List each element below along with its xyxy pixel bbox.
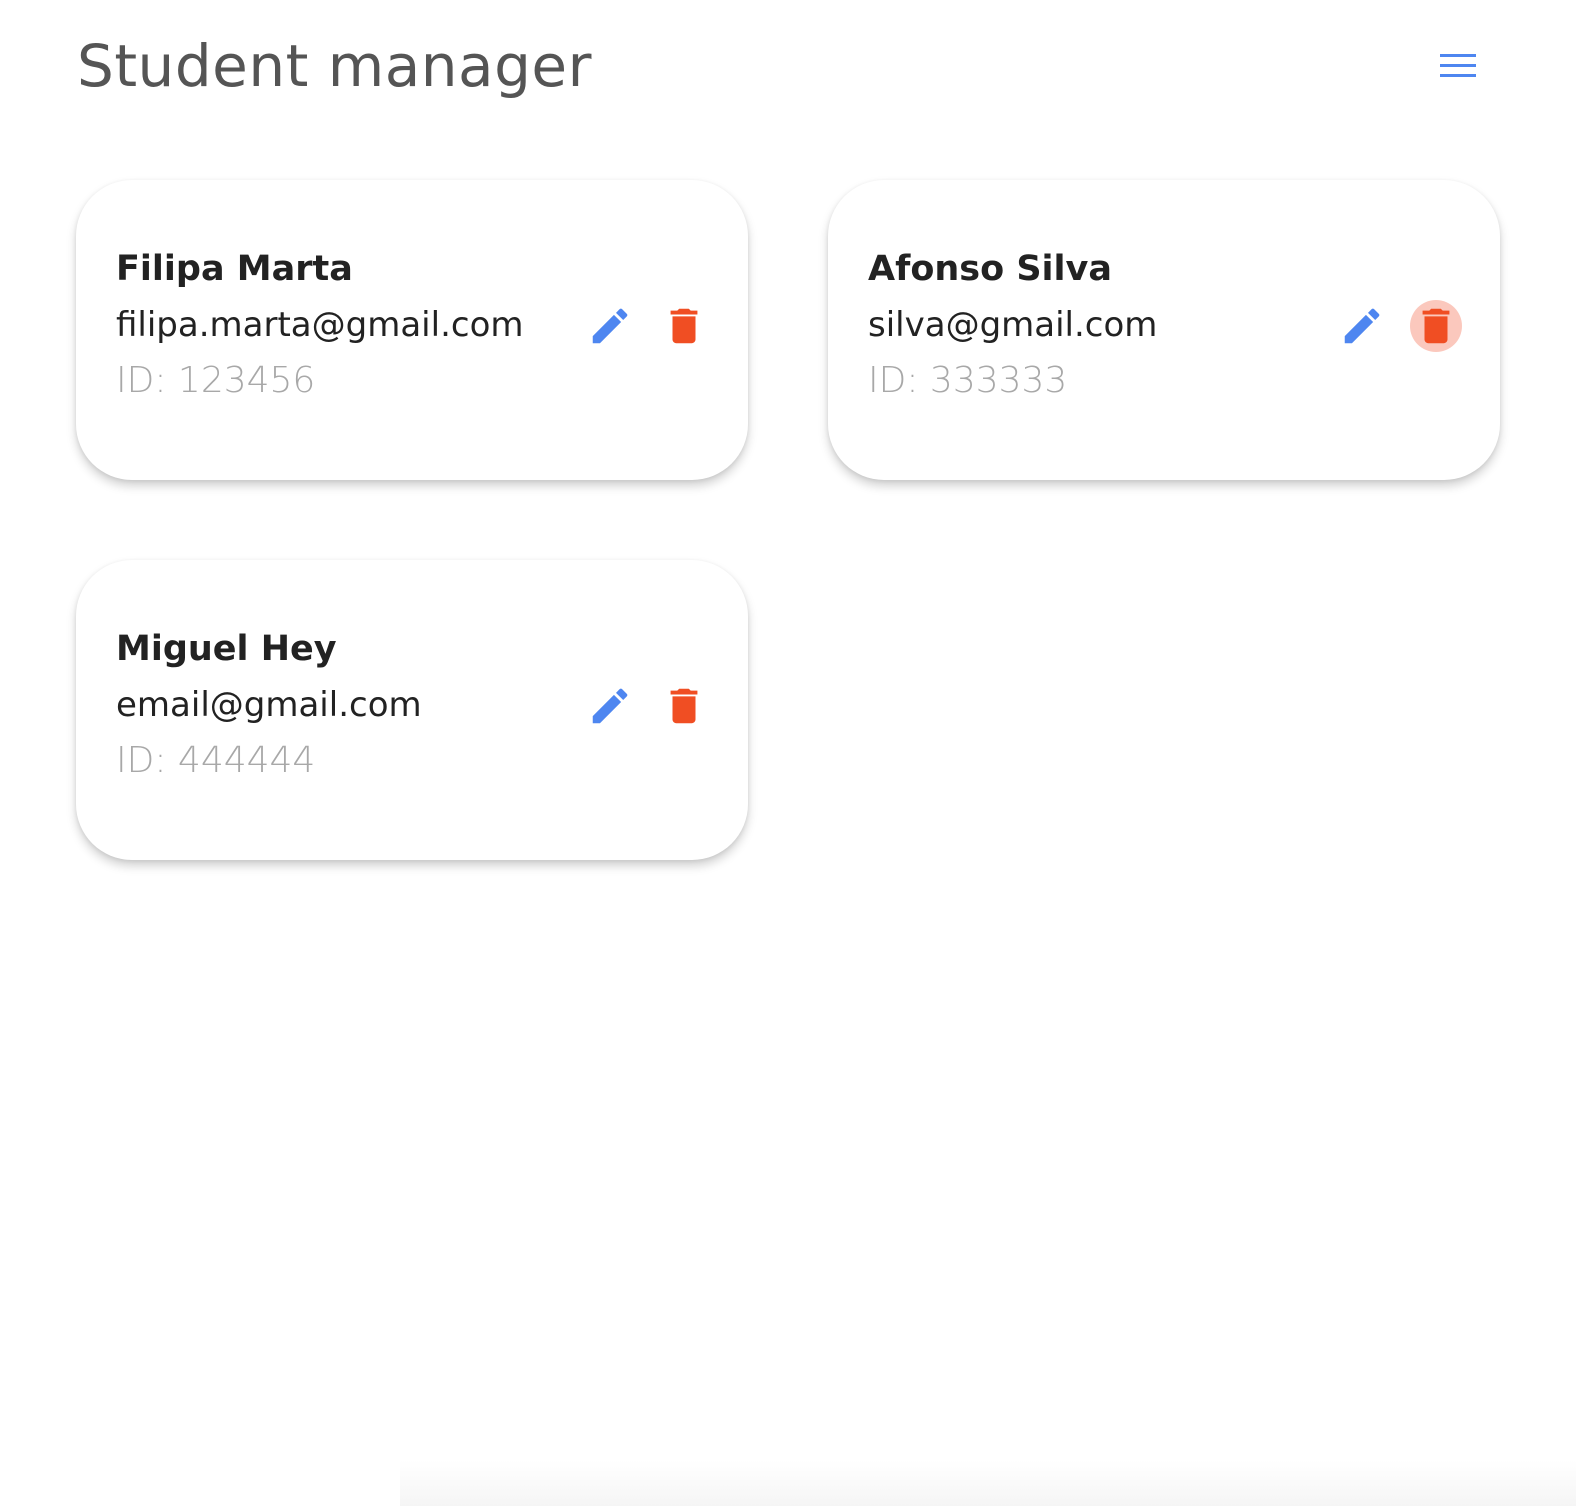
card-actions [584,680,710,732]
delete-button[interactable] [658,680,710,732]
card-actions [584,300,710,352]
trash-icon [670,308,698,344]
pencil-icon [1344,308,1380,344]
trash-icon [1422,308,1450,344]
student-info: Filipa Marta filipa.marta@gmail.com ID: … [116,244,524,404]
delete-button[interactable] [1410,300,1462,352]
student-email: silva@gmail.com [868,305,1158,345]
student-info: Afonso Silva silva@gmail.com ID: 333333 [868,244,1157,404]
student-card: Filipa Marta filipa.marta@gmail.com ID: … [76,180,748,480]
student-email: filipa.marta@gmail.com [116,305,524,345]
student-list: Filipa Marta filipa.marta@gmail.com ID: … [76,180,1500,860]
pencil-icon [592,688,628,724]
student-name: Filipa Marta [116,249,353,289]
student-info: Miguel Hey email@gmail.com ID: 444444 [116,624,422,784]
edit-button[interactable] [584,300,636,352]
student-name: Miguel Hey [116,629,337,669]
student-card: Miguel Hey email@gmail.com ID: 444444 [76,560,748,860]
edit-button[interactable] [1336,300,1388,352]
student-id: ID: 333333 [868,360,1068,401]
menu-button[interactable] [1428,40,1488,92]
student-email: email@gmail.com [116,685,422,725]
card-actions [1336,300,1462,352]
edit-button[interactable] [584,680,636,732]
app-header: Student manager [0,0,1576,140]
pencil-icon [592,308,628,344]
bottom-shadow [400,1460,1576,1506]
student-card: Afonso Silva silva@gmail.com ID: 333333 [828,180,1500,480]
delete-button[interactable] [658,300,710,352]
student-id: ID: 444444 [116,740,316,781]
hamburger-menu-icon [1440,54,1476,77]
student-id: ID: 123456 [116,360,316,401]
trash-icon [670,688,698,724]
student-name: Afonso Silva [868,249,1112,289]
page-title: Student manager [77,32,592,100]
